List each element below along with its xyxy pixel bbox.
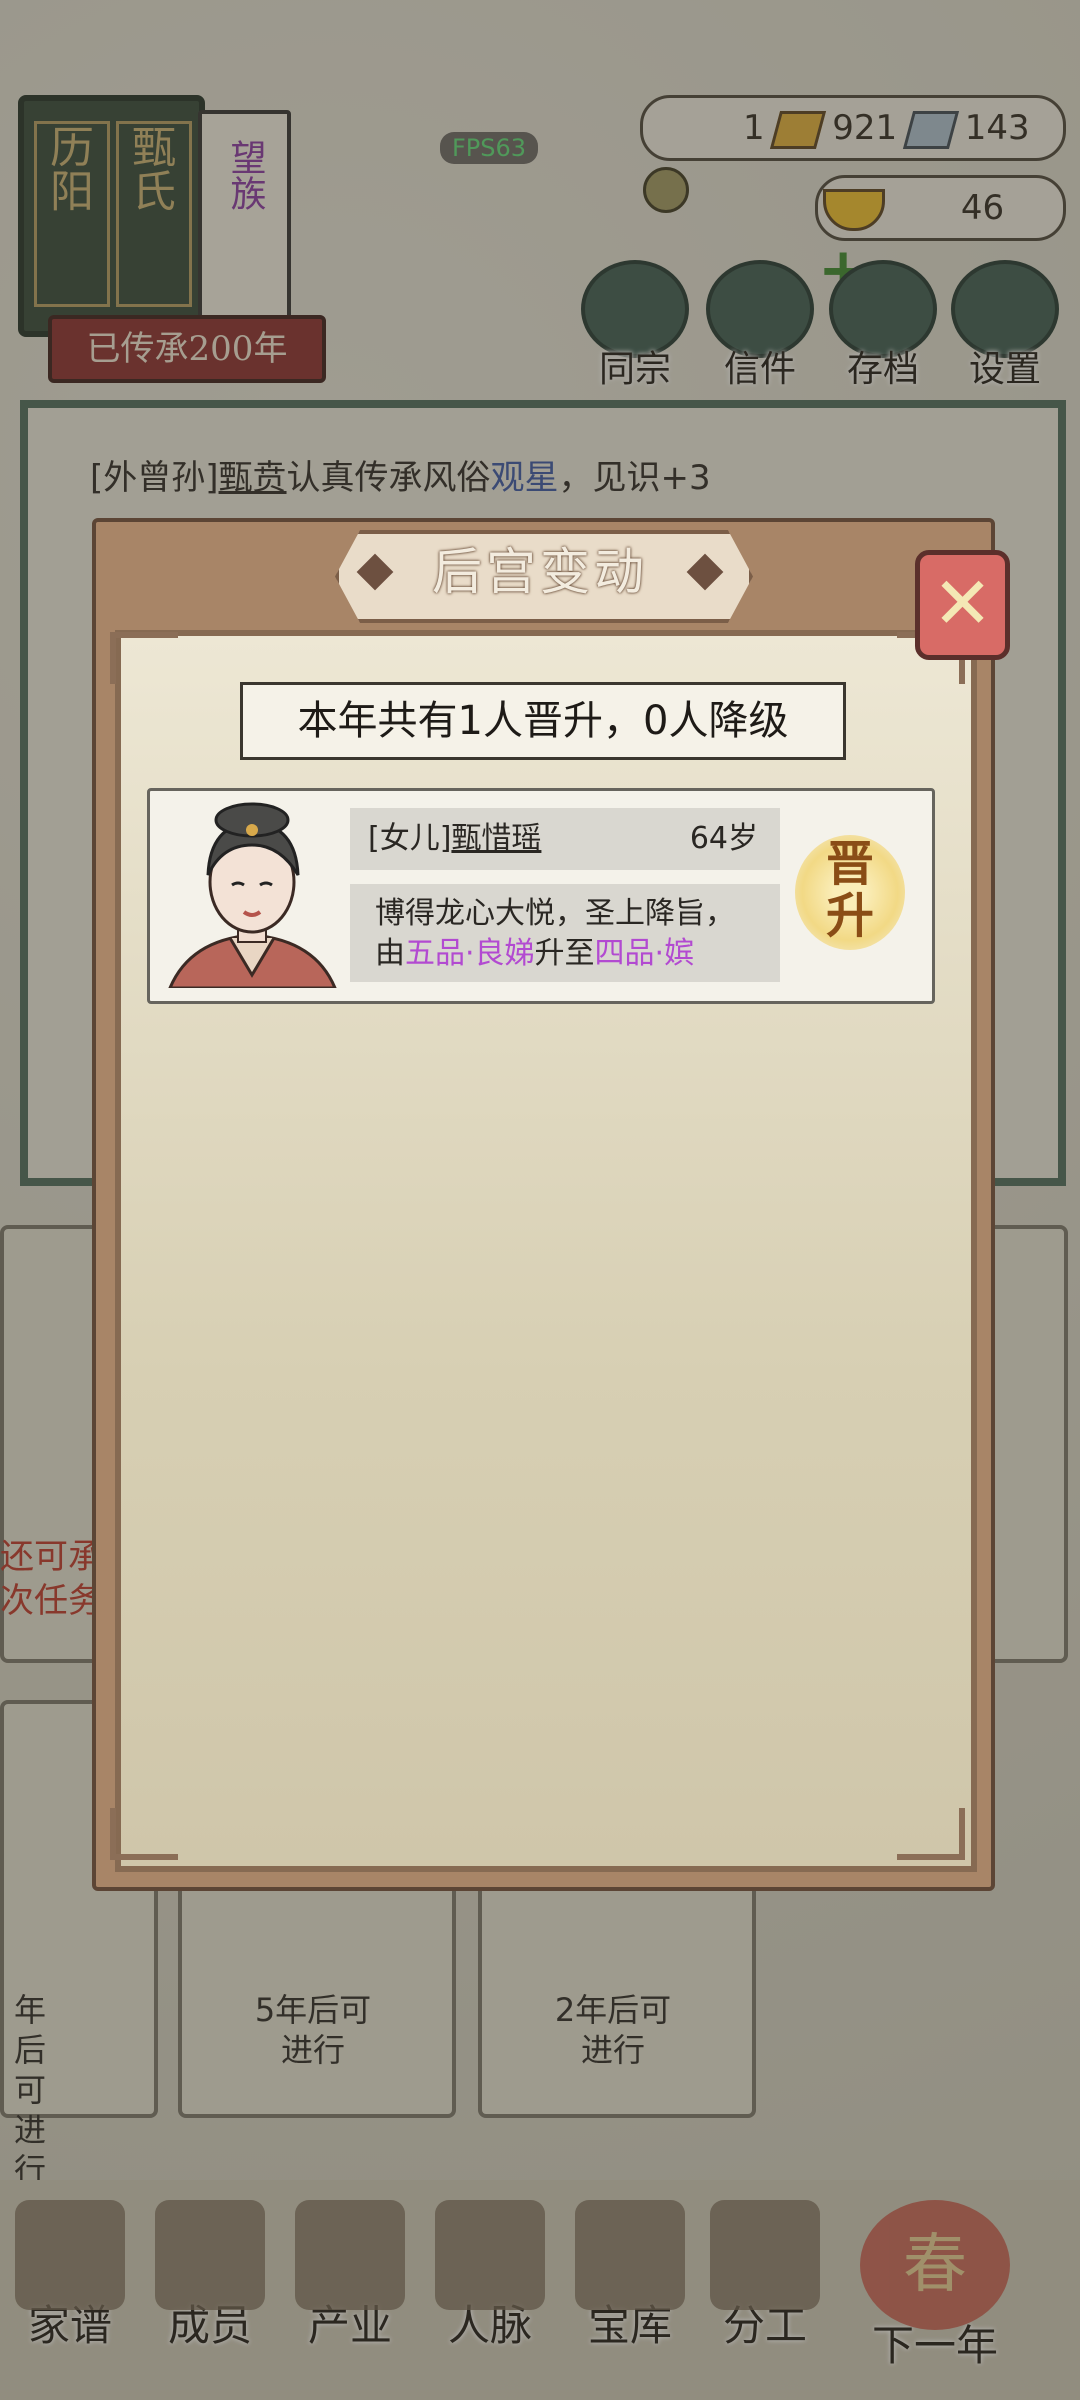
close-button[interactable]: ✕ [915,550,1010,660]
promotion-to-rank: 四品·嫔 [594,936,695,971]
promotion-from-rank: 五品·良娣 [405,936,535,971]
consort-relation: [女儿] [368,821,452,856]
consort-info-row: [女儿]甄惜瑶 64岁 [350,808,780,870]
dialog-title: 后宫变动 [432,543,648,601]
consort-name[interactable]: 甄惜瑶 [451,821,541,856]
promotion-badge: 晋 升 [795,838,905,942]
corner-ornament [110,1808,178,1860]
promotion-summary: 本年共有1人晋升，0人降级 [240,682,846,760]
close-icon: ✕ [932,561,993,645]
promotion-line2: 由五品·良娣升至四品·嫔 [375,934,780,974]
corner-ornament [110,632,178,684]
promotion-from-prefix: 由 [375,936,405,971]
consort-age: 64岁 [689,821,758,856]
promotion-mid: 升至 [534,936,595,971]
consort-portrait [160,800,345,988]
promotion-badge-bottom: 升 [825,888,874,944]
promotion-badge-top: 晋 [825,836,874,892]
promotion-line1: 博得龙心大悦，圣上降旨， [375,896,735,931]
promotion-detail: 博得龙心大悦，圣上降旨， 由五品·良娣升至四品·嫔 [350,884,780,982]
corner-ornament [897,1808,965,1860]
